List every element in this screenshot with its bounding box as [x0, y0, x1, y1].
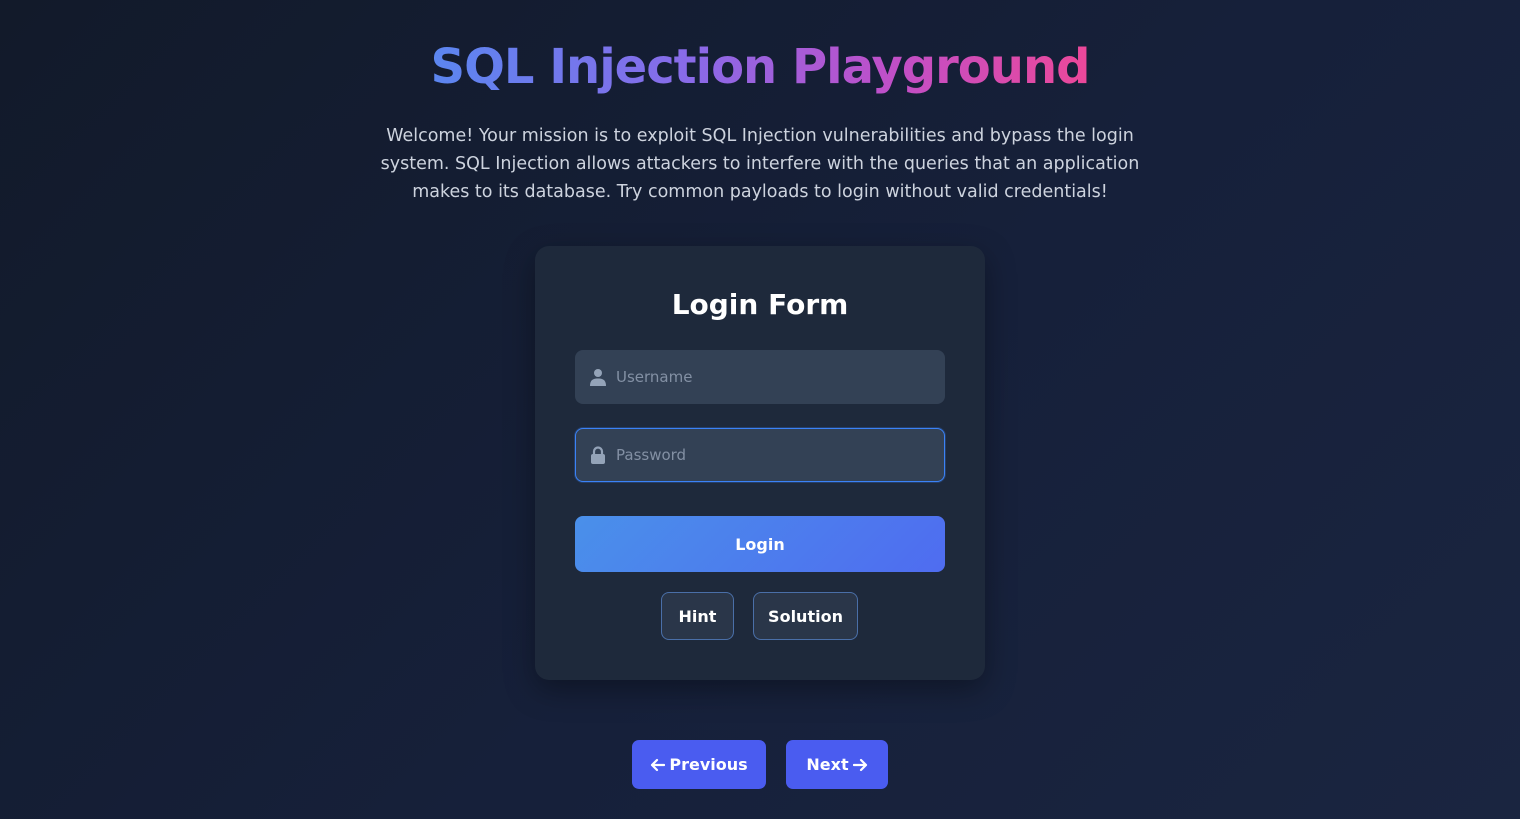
intro-text: Welcome! Your mission is to exploit SQL …: [380, 126, 1140, 202]
user-icon: [590, 369, 606, 386]
arrow-left-icon: [651, 758, 666, 771]
password-field[interactable]: [575, 428, 945, 482]
previous-label: Previous: [669, 755, 748, 774]
page-title: SQL Injection Playground: [0, 36, 1520, 98]
login-form-title: Login Form: [671, 288, 849, 321]
password-input[interactable]: [616, 429, 936, 481]
next-label: Next: [806, 755, 849, 774]
previous-button[interactable]: Previous: [632, 740, 766, 789]
next-button[interactable]: Next: [786, 740, 888, 789]
lock-icon: [591, 446, 605, 464]
login-button[interactable]: Login: [575, 516, 945, 572]
page-title-text: SQL Injection Playground: [430, 39, 1091, 95]
username-field[interactable]: [575, 350, 945, 404]
arrow-right-icon: [852, 758, 867, 771]
username-input[interactable]: [616, 351, 936, 403]
solution-button[interactable]: Solution: [753, 592, 858, 640]
hint-button[interactable]: Hint: [661, 592, 734, 640]
login-card: Login Form Login Hint Solution: [535, 246, 985, 680]
